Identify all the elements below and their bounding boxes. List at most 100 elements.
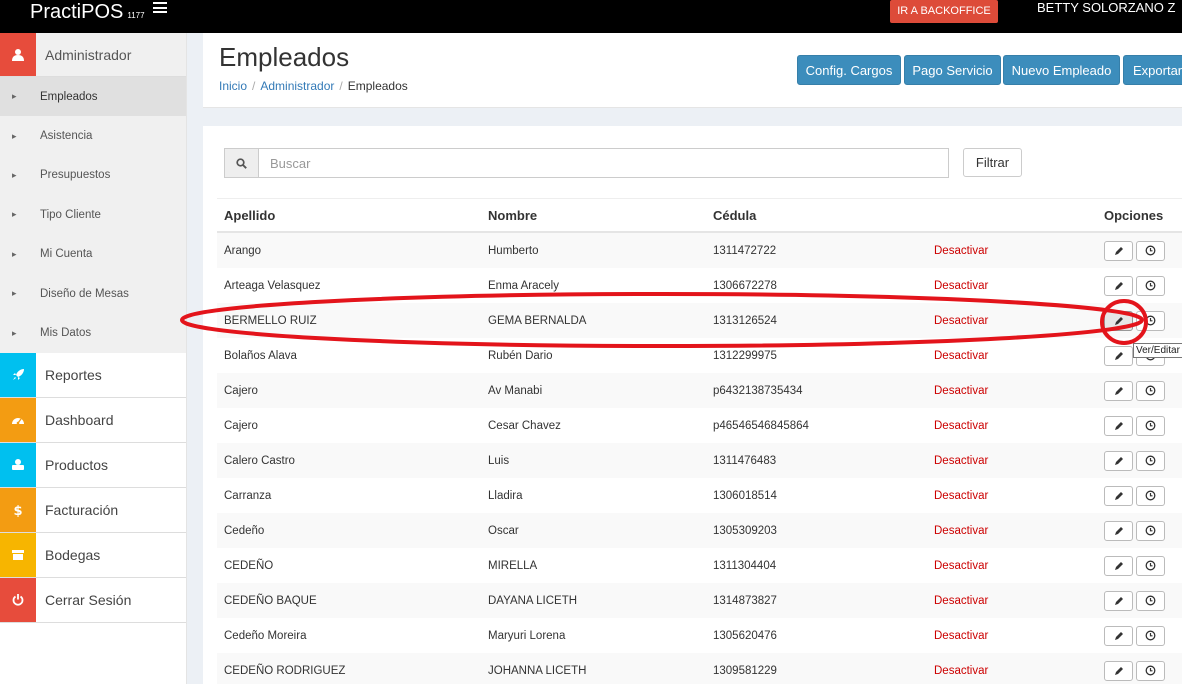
sidebar-item-label: Bodegas xyxy=(45,546,101,563)
desactivar-link[interactable]: Desactivar xyxy=(934,560,988,572)
desactivar-link[interactable]: Desactivar xyxy=(934,350,988,362)
table-row: Arteaga Velasquez Enma Aracely 1306672278 D… xyxy=(217,268,1182,303)
brand-logo[interactable]: PractiPOS 1177 xyxy=(30,0,145,33)
desactivar-link[interactable]: Desactivar xyxy=(934,455,988,467)
svg-text:$: $ xyxy=(13,504,22,517)
edit-button[interactable] xyxy=(1104,380,1133,401)
cell-cedula: p6432138735434 xyxy=(713,384,803,397)
table-row: CEDEÑO BAQUE DAYANA LICETH 1314873827 Desac… xyxy=(217,583,1182,618)
filter-button[interactable]: Filtrar xyxy=(963,148,1022,177)
chevron-right-icon: ▸ xyxy=(12,91,17,102)
sidebar-subitem-empleados[interactable]: ▸ Empleados xyxy=(0,77,186,117)
sidebar-subitem-presupuestos[interactable]: ▸ Presupuestos xyxy=(0,156,186,195)
attendance-button[interactable] xyxy=(1136,450,1165,471)
edit-button[interactable] xyxy=(1104,450,1133,471)
breadcrumb-administrador[interactable]: Administrador xyxy=(260,79,334,93)
sidebar-subitem-tipo-cliente[interactable]: ▸ Tipo Cliente xyxy=(0,195,186,234)
sidebar-subitem-mi-cuenta[interactable]: ▸ Mi Cuenta xyxy=(0,235,186,274)
sidebar-subitem-mis-datos[interactable]: ▸ Mis Datos xyxy=(0,313,186,352)
edit-button[interactable] xyxy=(1104,240,1133,261)
cell-nombre: Humberto xyxy=(488,244,539,257)
attendance-button[interactable] xyxy=(1136,275,1165,296)
attendance-button[interactable] xyxy=(1136,310,1165,331)
attendance-button[interactable] xyxy=(1136,625,1165,646)
edit-button[interactable] xyxy=(1104,345,1133,366)
attendance-button[interactable] xyxy=(1136,380,1165,401)
pencil-icon xyxy=(1114,386,1123,395)
cell-apellido: Cedeño xyxy=(224,524,265,537)
sidebar-item-bodegas[interactable]: Bodegas xyxy=(0,532,186,578)
attendance-button[interactable] xyxy=(1136,555,1165,576)
desactivar-link[interactable]: Desactivar xyxy=(934,490,988,502)
desactivar-link[interactable]: Desactivar xyxy=(934,245,988,257)
desactivar-link[interactable]: Desactivar xyxy=(934,525,988,537)
pago-servicio-button[interactable]: Pago Servicio xyxy=(904,55,1001,85)
clock-icon xyxy=(1145,315,1156,326)
edit-button[interactable] xyxy=(1104,310,1133,331)
attendance-button[interactable] xyxy=(1136,240,1165,261)
backoffice-button[interactable]: IR A BACKOFFICE xyxy=(890,0,998,23)
sidebar-item-administrador[interactable]: Administrador xyxy=(0,33,186,77)
cell-apellido: Cajero xyxy=(224,384,258,397)
edit-button[interactable] xyxy=(1104,590,1133,611)
cell-apellido: Cajero xyxy=(224,419,258,432)
search-input[interactable] xyxy=(259,149,948,177)
config-cargos-button[interactable]: Config. Cargos xyxy=(797,55,901,85)
desactivar-link[interactable]: Desactivar xyxy=(934,385,988,397)
chevron-right-icon: ▸ xyxy=(12,169,17,180)
clock-icon xyxy=(1145,595,1156,606)
clock-icon xyxy=(1145,490,1156,501)
edit-button[interactable] xyxy=(1104,625,1133,646)
chevron-right-icon: ▸ xyxy=(12,288,17,299)
sidebar-subitem-dise-o-de-mesas[interactable]: ▸ Diseño de Mesas xyxy=(0,274,186,313)
sidebar-subitem-asistencia[interactable]: ▸ Asistencia xyxy=(0,116,186,155)
sidebar-item-productos[interactable]: Productos xyxy=(0,442,186,488)
edit-button[interactable] xyxy=(1104,275,1133,296)
cell-nombre: DAYANA LICETH xyxy=(488,594,578,607)
clock-icon xyxy=(1145,420,1156,431)
cell-apellido: BERMELLO RUIZ xyxy=(224,314,317,327)
desactivar-link[interactable]: Desactivar xyxy=(934,315,988,327)
rocket-icon xyxy=(0,352,36,397)
user-menu[interactable]: BETTY SOLORZANO Z xyxy=(1037,0,1175,16)
attendance-button[interactable] xyxy=(1136,485,1165,506)
warehouse-icon xyxy=(0,532,36,577)
cell-apellido: Calero Castro xyxy=(224,454,295,467)
desactivar-link[interactable]: Desactivar xyxy=(934,280,988,292)
cell-cedula: 1313126524 xyxy=(713,314,777,327)
sidebar-subitem-label: Asistencia xyxy=(40,130,93,143)
desactivar-link[interactable]: Desactivar xyxy=(934,665,988,677)
main-menu: Reportes Dashboard Productos $ Facturación Bo… xyxy=(0,352,186,623)
column-header-opciones: Opciones xyxy=(1104,207,1164,223)
sidebar-item-cerrar-sesion[interactable]: Cerrar Sesión xyxy=(0,577,186,623)
attendance-button[interactable] xyxy=(1136,660,1165,681)
cell-apellido: Carranza xyxy=(224,489,272,502)
table-row: Bolaños Alava Rubén Dario 1312299975 Desact… xyxy=(217,338,1182,373)
cell-cedula: 1305620476 xyxy=(713,629,777,642)
edit-button[interactable] xyxy=(1104,555,1133,576)
products-icon xyxy=(0,442,36,487)
sidebar-item-label: Cerrar Sesión xyxy=(45,591,132,608)
attendance-button[interactable] xyxy=(1136,520,1165,541)
edit-button[interactable] xyxy=(1104,415,1133,436)
edit-button[interactable] xyxy=(1104,485,1133,506)
cell-apellido: Cedeño Moreira xyxy=(224,629,307,642)
attendance-button[interactable] xyxy=(1136,415,1165,436)
attendance-button[interactable] xyxy=(1136,590,1165,611)
menu-toggle-icon[interactable] xyxy=(153,2,167,13)
sidebar-item-facturacion[interactable]: $ Facturación xyxy=(0,487,186,533)
sidebar-item-reportes[interactable]: Reportes xyxy=(0,352,186,398)
sidebar: Administrador ▸ Empleados ▸ Asistencia ▸ Pres… xyxy=(0,33,187,684)
cell-cedula: 1314873827 xyxy=(713,594,777,607)
desactivar-link[interactable]: Desactivar xyxy=(934,595,988,607)
desactivar-link[interactable]: Desactivar xyxy=(934,420,988,432)
sidebar-subitem-label: Mi Cuenta xyxy=(40,248,93,261)
edit-button[interactable] xyxy=(1104,520,1133,541)
exportar-button[interactable]: Exportar xyxy=(1123,55,1182,85)
table-row: Calero Castro Luis 1311476483 Desactivar xyxy=(217,443,1182,478)
sidebar-item-dashboard[interactable]: Dashboard xyxy=(0,397,186,443)
edit-button[interactable] xyxy=(1104,660,1133,681)
desactivar-link[interactable]: Desactivar xyxy=(934,630,988,642)
nuevo-empleado-button[interactable]: Nuevo Empleado xyxy=(1003,55,1120,85)
breadcrumb-inicio[interactable]: Inicio xyxy=(219,79,247,93)
